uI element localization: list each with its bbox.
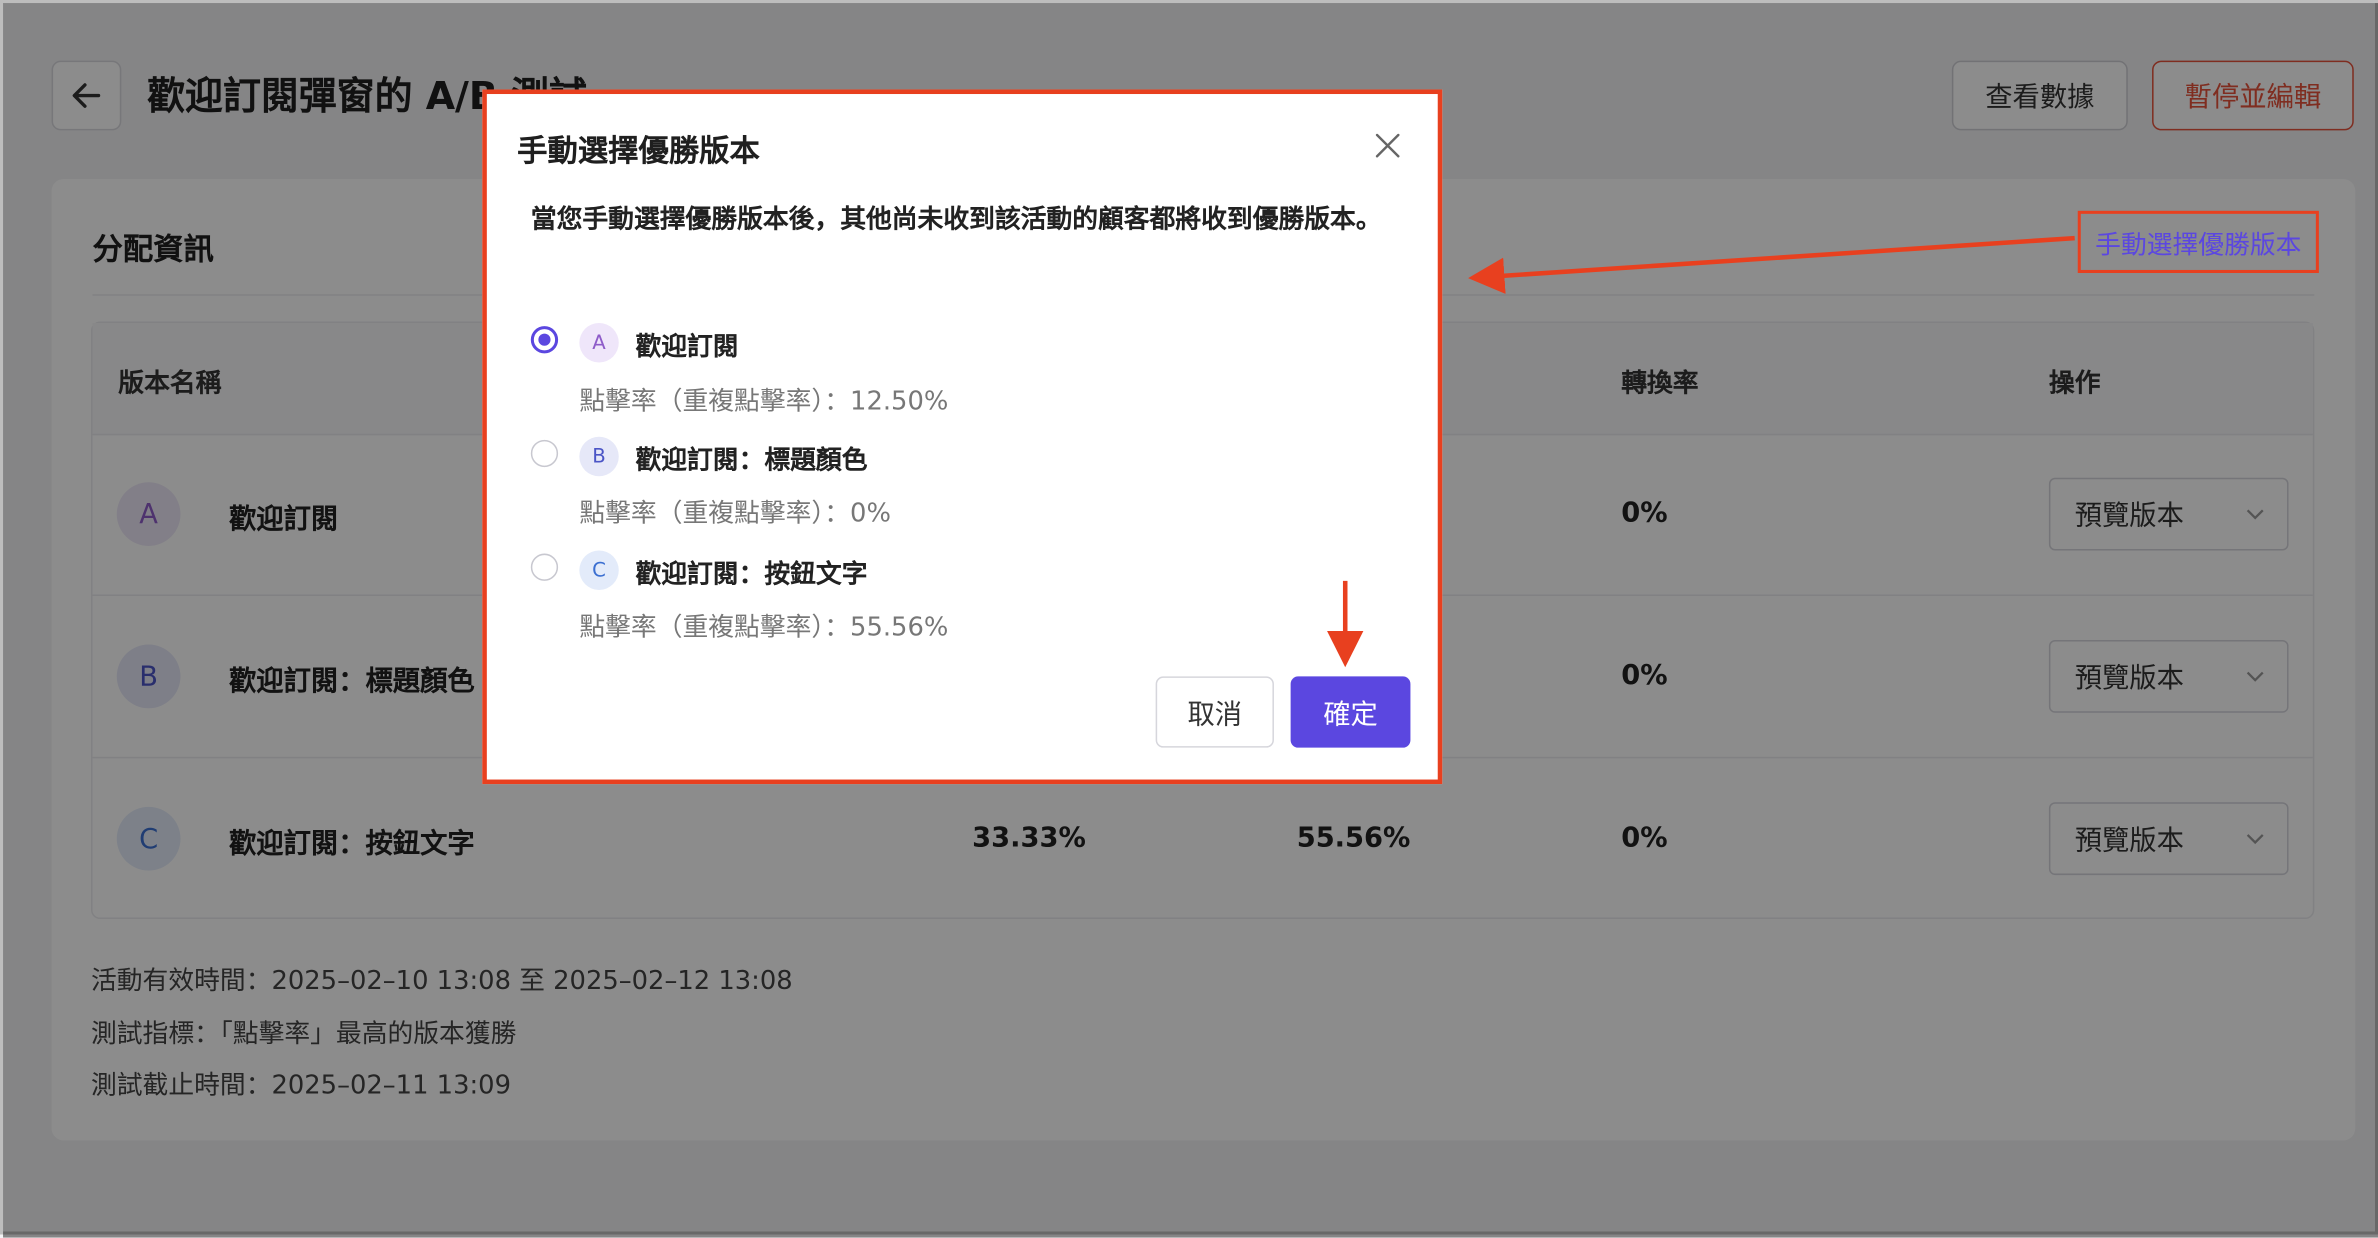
page: 歡迎訂閱彈窗的 A/B 測試 查看數據 暫停並編輯 分配資訊 版本名稱 轉換率 … — [0, 0, 2378, 1238]
option-badge-b: B — [579, 436, 619, 477]
manual-winner-link[interactable]: 手動選擇優勝版本 — [2077, 210, 2319, 273]
modal-title: 手動選擇優勝版本 — [517, 131, 760, 169]
option-badge-c: C — [579, 550, 619, 590]
radio-option-a[interactable] — [530, 326, 559, 354]
option-name: 歡迎訂閱 — [635, 332, 739, 363]
cancel-button[interactable]: 取消 — [1155, 676, 1274, 748]
option-name: 歡迎訂閱：標題顏色 — [635, 445, 868, 477]
radio-option-b[interactable] — [530, 439, 559, 468]
option-rate: 點擊率（重複點擊率）：12.50% — [579, 386, 949, 418]
option-badge-a: A — [579, 323, 619, 363]
modal-description: 當您手動選擇優勝版本後，其他尚未收到該活動的顧客都將收到優勝版本。 — [530, 204, 1382, 236]
option-name: 歡迎訂閱：按鈕文字 — [635, 559, 868, 590]
option-rate: 點擊率（重複點擊率）：55.56% — [579, 612, 949, 644]
option-rate: 點擊率（重複點擊率）：0% — [579, 498, 891, 530]
confirm-button[interactable]: 確定 — [1290, 676, 1411, 748]
close-button[interactable] — [1365, 123, 1410, 168]
close-icon — [1375, 133, 1400, 158]
radio-option-c[interactable] — [530, 553, 559, 581]
